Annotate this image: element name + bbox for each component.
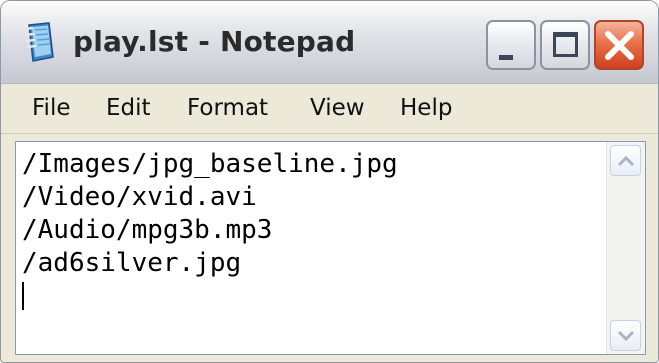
text-line: /Video/xvid.avi bbox=[22, 182, 257, 212]
menu-format[interactable]: Format bbox=[187, 95, 268, 121]
text-editor[interactable]: /Images/jpg_baseline.jpg /Video/xvid.avi… bbox=[15, 141, 646, 355]
menu-view[interactable]: View bbox=[310, 95, 365, 121]
text-line: /ad6silver.jpg bbox=[22, 248, 242, 278]
chevron-down-icon bbox=[617, 330, 635, 342]
text-content[interactable]: /Images/jpg_baseline.jpg /Video/xvid.avi… bbox=[22, 148, 602, 310]
menu-bar: File Edit Format View Help bbox=[1, 85, 658, 134]
maximize-button[interactable] bbox=[540, 20, 590, 70]
notepad-window: play.lst - Notepad File Edit Format View… bbox=[0, 0, 659, 363]
text-line: /Images/jpg_baseline.jpg bbox=[22, 149, 398, 179]
menu-file[interactable]: File bbox=[32, 95, 71, 121]
window-title: play.lst - Notepad bbox=[73, 25, 356, 58]
text-line: /Audio/mpg3b.mp3 bbox=[22, 215, 273, 245]
minimize-button[interactable] bbox=[486, 20, 536, 70]
notepad-icon[interactable] bbox=[23, 21, 57, 63]
minimize-icon bbox=[499, 55, 513, 60]
close-icon bbox=[605, 31, 634, 60]
chevron-up-icon bbox=[617, 155, 635, 167]
text-caret bbox=[22, 282, 24, 310]
title-bar[interactable]: play.lst - Notepad bbox=[1, 1, 658, 84]
menu-edit[interactable]: Edit bbox=[106, 95, 151, 121]
scroll-up-button[interactable] bbox=[610, 145, 641, 176]
maximize-icon bbox=[553, 32, 578, 57]
scroll-down-button[interactable] bbox=[610, 320, 641, 351]
vertical-scrollbar[interactable] bbox=[606, 142, 645, 354]
close-button[interactable] bbox=[594, 20, 644, 70]
menu-help[interactable]: Help bbox=[400, 95, 452, 121]
